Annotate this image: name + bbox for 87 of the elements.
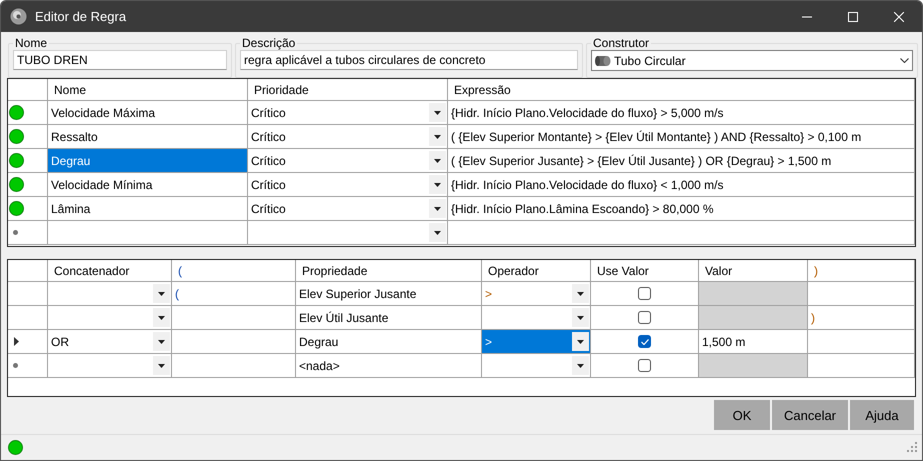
caret-icon	[434, 182, 441, 186]
check-icon	[640, 338, 648, 344]
column-header: Nome	[48, 79, 248, 101]
caret-icon	[158, 316, 165, 320]
new-row-icon	[13, 363, 18, 368]
dialog-button[interactable]: Cancelar	[772, 400, 848, 430]
dropdown-button[interactable]	[429, 151, 446, 170]
field-label: Nome	[14, 36, 48, 50]
caret-icon	[158, 364, 165, 368]
resize-grip-icon	[907, 442, 918, 453]
new-row-icon	[13, 230, 18, 235]
field-label: Construtor	[592, 36, 650, 50]
close-icon	[894, 12, 904, 22]
table-cell: ( {Elev Superior Jusante} > {Elev Útil Jusante} ) OR {Degrau} > 1,500 m	[448, 149, 915, 173]
table-cell: ( {Elev Superior Montante} > {Elev Útil Montante} ) AND {Ressalto} > 0,100 m	[448, 125, 915, 149]
dropdown-button[interactable]	[572, 332, 589, 351]
table-cell[interactable]: Degrau	[48, 149, 248, 173]
caret-icon	[434, 134, 441, 138]
checkbox[interactable]	[638, 287, 651, 300]
checkbox[interactable]	[638, 335, 651, 348]
current-row-icon	[14, 337, 19, 346]
caret-icon	[158, 292, 165, 296]
column-header: Operador	[482, 260, 591, 282]
cylinder-icon	[595, 54, 611, 66]
caret-icon	[577, 292, 584, 296]
cell-highlight[interactable]: >	[482, 330, 591, 354]
column-header: Prioridade	[248, 79, 448, 101]
caret-icon	[577, 316, 584, 320]
column-header: (	[172, 260, 296, 282]
dropdown-button[interactable]	[429, 223, 446, 242]
dropdown-button[interactable]	[153, 308, 170, 327]
field-label: Descrição	[241, 36, 296, 50]
caret-icon	[158, 340, 165, 344]
input-field[interactable]: TUBO DREN	[13, 50, 227, 70]
table-cell: Elev Útil Jusante	[296, 306, 482, 330]
table-cell: Crítico	[251, 130, 286, 144]
table-cell[interactable]: Velocidade Mínima	[48, 173, 248, 197]
table-cell: Crítico	[251, 202, 286, 216]
table-cell: Degrau	[296, 330, 482, 354]
table-cell: <nada>	[296, 354, 482, 378]
dropdown-button[interactable]	[153, 284, 170, 303]
table-cell[interactable]: Lâmina	[48, 197, 248, 221]
table-cell: Crítico	[251, 154, 286, 168]
table-cell: (	[172, 282, 296, 306]
dropdown-button[interactable]	[153, 332, 170, 351]
dropdown-field[interactable]: Tubo Circular	[591, 50, 913, 71]
dropdown-button[interactable]	[429, 127, 446, 146]
checkbox[interactable]	[638, 359, 651, 372]
table-cell: Crítico	[251, 178, 286, 192]
table-cell: {Hidr. Início Plano.Lâmina Escoando} > 80,000 %	[448, 197, 915, 221]
dropdown-button[interactable]	[429, 175, 446, 194]
column-header: Expressão	[448, 79, 915, 101]
table-cell: >	[485, 334, 492, 348]
dropdown-button[interactable]	[572, 356, 589, 375]
column-header: Concatenador	[48, 260, 172, 282]
table-cell: OR	[51, 334, 69, 348]
maximize-icon	[848, 12, 858, 22]
dropdown-button[interactable]	[153, 356, 170, 375]
column-header: )	[808, 260, 915, 282]
empty-cell	[8, 260, 48, 282]
caret-icon	[434, 206, 441, 210]
dropdown-button[interactable]	[572, 284, 589, 303]
table-cell: )	[808, 306, 915, 330]
app-icon	[10, 8, 27, 25]
table-cell: Crítico	[251, 106, 286, 120]
caret-icon	[577, 340, 584, 344]
table-cell: {Hidr. Início Plano.Velocidade do fluxo} > 5,000 m/s	[448, 101, 915, 125]
table-cell: Elev Superior Jusante	[296, 282, 482, 306]
table-cell[interactable]: Velocidade Máxima	[48, 101, 248, 125]
column-header: Use Valor	[591, 260, 699, 282]
dropdown-button[interactable]	[572, 308, 589, 327]
row-header[interactable]	[8, 330, 48, 354]
dialog-button[interactable]: OK	[714, 400, 770, 430]
table-cell: >	[485, 286, 492, 300]
table-cell: {Hidr. Início Plano.Velocidade do fluxo} < 1,000 m/s	[448, 173, 915, 197]
checkbox[interactable]	[638, 311, 651, 324]
caret-icon	[434, 110, 441, 114]
chevron-icon	[900, 58, 909, 63]
caret-icon	[577, 364, 584, 368]
input-field[interactable]: regra aplicável a tubos circulares de concreto	[240, 50, 578, 70]
dropdown-button[interactable]	[429, 103, 446, 122]
dialog-button[interactable]: Ajuda	[850, 400, 914, 430]
dropdown-button[interactable]	[429, 199, 446, 218]
caret-icon	[434, 158, 441, 162]
column-header: Propriedade	[296, 260, 482, 282]
window-title: Editor de Regra	[35, 9, 128, 24]
caret-icon	[434, 230, 441, 234]
